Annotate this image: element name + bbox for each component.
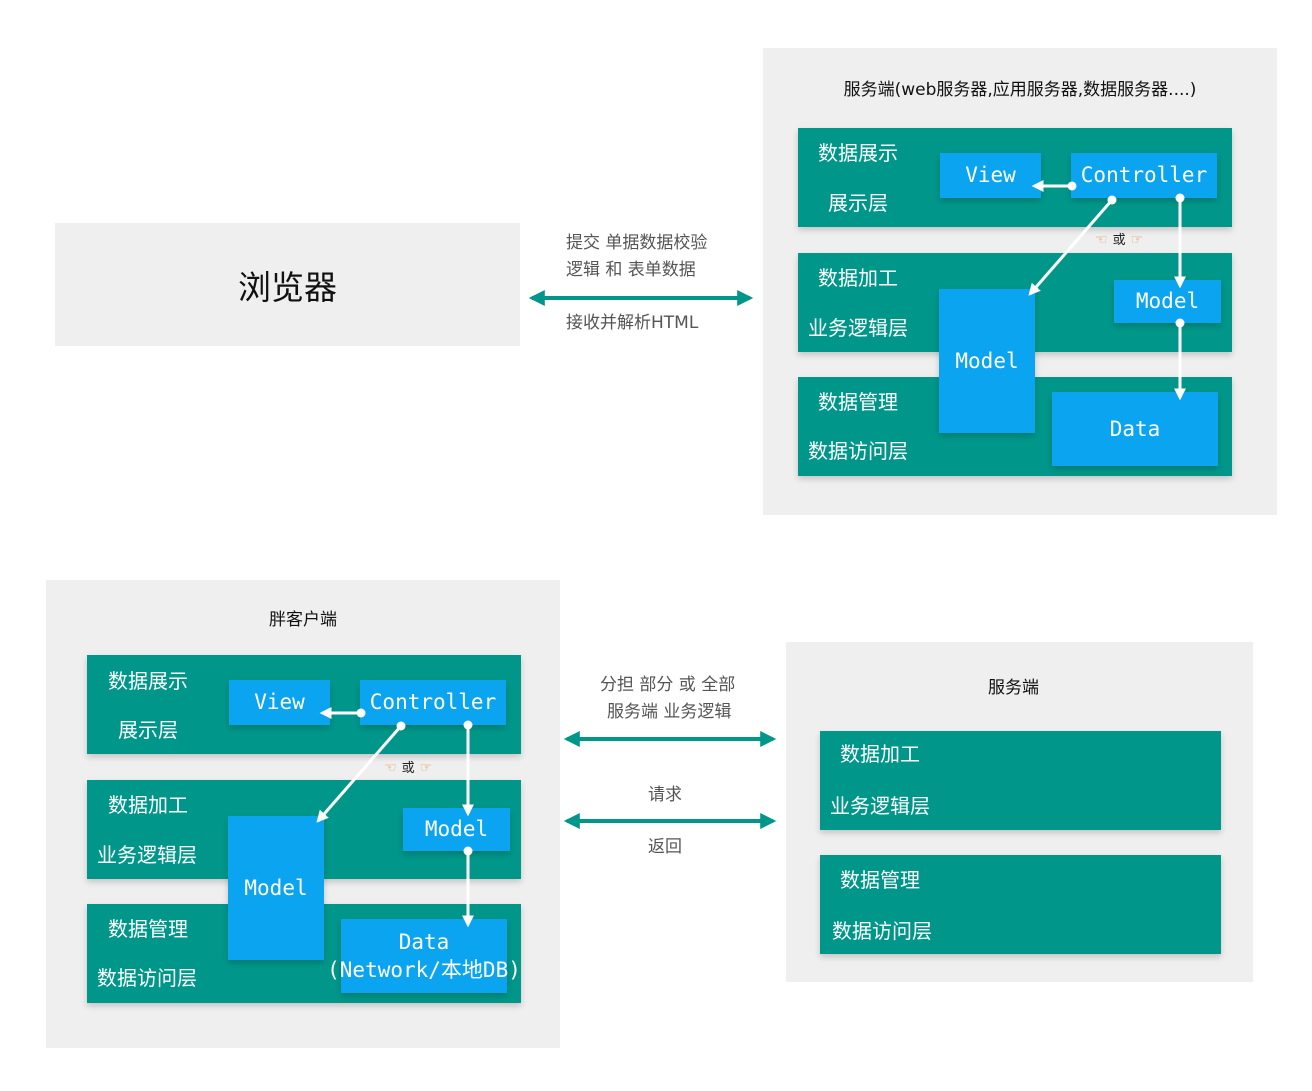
fat-client-layer-name: 数据加工 [108, 793, 188, 817]
view-label: View [254, 690, 305, 715]
request-label: 请求 [648, 785, 682, 805]
or-text: 或 [1112, 232, 1126, 248]
hand-pointing-right-icon: ☜ [384, 760, 397, 776]
data-label: Data [1109, 416, 1161, 441]
server-top-layer-name: 数据加工 [818, 266, 898, 290]
hand-pointing-left-icon: ☞ [419, 760, 433, 776]
browser-box: 浏览器 [55, 223, 520, 346]
server-bottom-layer-name: 数据加工 [840, 742, 920, 766]
fat-client-layer-label: 展示层 [118, 718, 178, 742]
model-label: Model [424, 817, 489, 842]
fat-client-layer-label: 业务逻辑层 [97, 843, 197, 867]
server-bottom-title: 服务端 [988, 678, 1039, 698]
or-text: 或 [401, 760, 415, 776]
fat-client-data-block: Data (Network/本地DB) [327, 919, 521, 993]
server-top-model-small-block: Model [1114, 280, 1221, 323]
server-top-layer-name: 数据展示 [818, 141, 898, 165]
server-top-layer-label: 展示层 [828, 191, 888, 215]
data-source-label: (Network/本地DB) [327, 958, 521, 982]
exchange-bottom-line2: 服务端 业务逻辑 [607, 702, 732, 722]
server-top-layer-label: 数据访问层 [808, 439, 908, 463]
fat-client-or-label: ☜ 或 ☞ [384, 761, 432, 775]
fat-client-layer-label: 数据访问层 [97, 966, 197, 990]
server-top-model-big-block: Model [939, 289, 1035, 433]
view-label: View [965, 163, 1016, 188]
exchange-top-line3: 接收并解析HTML [566, 313, 699, 333]
controller-label: Controller [1080, 163, 1208, 188]
fat-client-view-block: View [229, 680, 330, 725]
exchange-top-line1: 提交 单据数据校验 [566, 233, 708, 253]
server-top-layer-name: 数据管理 [818, 390, 898, 414]
server-top-data-block: Data [1052, 392, 1218, 466]
model-label: Model [955, 348, 1019, 373]
hand-pointing-right-icon: ☜ [1095, 232, 1108, 248]
server-top-layer-label: 业务逻辑层 [808, 316, 908, 340]
exchange-bottom-line1: 分担 部分 或 全部 [600, 675, 736, 695]
browser-label: 浏览器 [238, 267, 337, 307]
server-bottom-layer-label: 数据访问层 [832, 919, 932, 943]
exchange-top-line2: 逻辑 和 表单数据 [566, 260, 696, 280]
server-top-or-label: ☜ 或 ☞ [1095, 233, 1143, 247]
server-bottom-layer-label: 业务逻辑层 [830, 794, 930, 818]
model-label: Model [244, 875, 308, 900]
fat-client-layer-name: 数据展示 [108, 669, 188, 693]
model-label: Model [1135, 289, 1200, 314]
fat-client-controller-block: Controller [360, 680, 506, 725]
hand-pointing-left-icon: ☞ [1130, 232, 1144, 248]
server-top-title: 服务端(web服务器,应用服务器,数据服务器....) [843, 80, 1197, 100]
fat-client-title: 胖客户端 [269, 610, 337, 630]
fat-client-model-small-block: Model [403, 808, 510, 851]
controller-label: Controller [369, 690, 497, 715]
data-label: Data [398, 929, 450, 954]
server-bottom-layer-name: 数据管理 [840, 868, 920, 892]
fat-client-model-big-block: Model [228, 816, 324, 960]
fat-client-layer-name: 数据管理 [108, 917, 188, 941]
server-top-controller-block: Controller [1071, 153, 1217, 198]
response-label: 返回 [648, 837, 682, 857]
server-top-view-block: View [940, 153, 1041, 198]
